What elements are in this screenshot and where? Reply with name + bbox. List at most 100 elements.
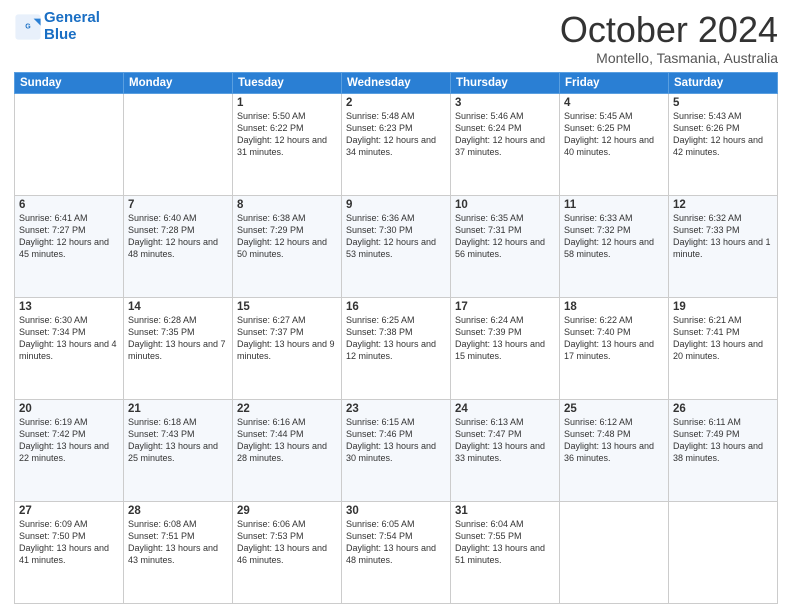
day-number: 6	[19, 199, 119, 211]
day-info: Sunrise: 5:45 AM Sunset: 6:25 PM Dayligh…	[564, 110, 664, 159]
day-info: Sunrise: 6:35 AM Sunset: 7:31 PM Dayligh…	[455, 212, 555, 261]
day-info: Sunrise: 6:33 AM Sunset: 7:32 PM Dayligh…	[564, 212, 664, 261]
day-info: Sunrise: 5:46 AM Sunset: 6:24 PM Dayligh…	[455, 110, 555, 159]
day-info: Sunrise: 6:30 AM Sunset: 7:34 PM Dayligh…	[19, 314, 119, 363]
day-info: Sunrise: 6:18 AM Sunset: 7:43 PM Dayligh…	[128, 416, 228, 465]
day-info: Sunrise: 6:13 AM Sunset: 7:47 PM Dayligh…	[455, 416, 555, 465]
day-number: 14	[128, 301, 228, 313]
day-number: 20	[19, 403, 119, 415]
day-info: Sunrise: 6:09 AM Sunset: 7:50 PM Dayligh…	[19, 518, 119, 567]
day-info: Sunrise: 6:36 AM Sunset: 7:30 PM Dayligh…	[346, 212, 446, 261]
day-number: 21	[128, 403, 228, 415]
day-number: 31	[455, 505, 555, 517]
column-header-tuesday: Tuesday	[233, 72, 342, 93]
day-cell	[560, 501, 669, 603]
day-number: 10	[455, 199, 555, 211]
day-cell: 7Sunrise: 6:40 AM Sunset: 7:28 PM Daylig…	[124, 195, 233, 297]
day-number: 22	[237, 403, 337, 415]
day-number: 2	[346, 97, 446, 109]
day-cell: 20Sunrise: 6:19 AM Sunset: 7:42 PM Dayli…	[15, 399, 124, 501]
day-number: 19	[673, 301, 773, 313]
day-cell: 22Sunrise: 6:16 AM Sunset: 7:44 PM Dayli…	[233, 399, 342, 501]
day-cell: 25Sunrise: 6:12 AM Sunset: 7:48 PM Dayli…	[560, 399, 669, 501]
column-header-wednesday: Wednesday	[342, 72, 451, 93]
calendar-table: SundayMondayTuesdayWednesdayThursdayFrid…	[14, 72, 778, 604]
week-row-5: 27Sunrise: 6:09 AM Sunset: 7:50 PM Dayli…	[15, 501, 778, 603]
day-cell: 16Sunrise: 6:25 AM Sunset: 7:38 PM Dayli…	[342, 297, 451, 399]
column-header-monday: Monday	[124, 72, 233, 93]
day-cell: 30Sunrise: 6:05 AM Sunset: 7:54 PM Dayli…	[342, 501, 451, 603]
day-number: 29	[237, 505, 337, 517]
column-header-saturday: Saturday	[669, 72, 778, 93]
day-cell: 19Sunrise: 6:21 AM Sunset: 7:41 PM Dayli…	[669, 297, 778, 399]
day-number: 16	[346, 301, 446, 313]
week-row-2: 6Sunrise: 6:41 AM Sunset: 7:27 PM Daylig…	[15, 195, 778, 297]
day-info: Sunrise: 6:38 AM Sunset: 7:29 PM Dayligh…	[237, 212, 337, 261]
day-cell: 2Sunrise: 5:48 AM Sunset: 6:23 PM Daylig…	[342, 93, 451, 195]
svg-text:G: G	[25, 23, 31, 30]
day-cell: 27Sunrise: 6:09 AM Sunset: 7:50 PM Dayli…	[15, 501, 124, 603]
day-cell: 14Sunrise: 6:28 AM Sunset: 7:35 PM Dayli…	[124, 297, 233, 399]
day-info: Sunrise: 6:32 AM Sunset: 7:33 PM Dayligh…	[673, 212, 773, 261]
week-row-4: 20Sunrise: 6:19 AM Sunset: 7:42 PM Dayli…	[15, 399, 778, 501]
day-cell: 26Sunrise: 6:11 AM Sunset: 7:49 PM Dayli…	[669, 399, 778, 501]
day-info: Sunrise: 6:41 AM Sunset: 7:27 PM Dayligh…	[19, 212, 119, 261]
day-info: Sunrise: 6:24 AM Sunset: 7:39 PM Dayligh…	[455, 314, 555, 363]
day-number: 1	[237, 97, 337, 109]
day-cell: 10Sunrise: 6:35 AM Sunset: 7:31 PM Dayli…	[451, 195, 560, 297]
day-number: 28	[128, 505, 228, 517]
day-number: 13	[19, 301, 119, 313]
logo-text: General Blue	[44, 10, 100, 43]
day-cell: 15Sunrise: 6:27 AM Sunset: 7:37 PM Dayli…	[233, 297, 342, 399]
day-info: Sunrise: 5:48 AM Sunset: 6:23 PM Dayligh…	[346, 110, 446, 159]
day-cell: 12Sunrise: 6:32 AM Sunset: 7:33 PM Dayli…	[669, 195, 778, 297]
day-info: Sunrise: 6:40 AM Sunset: 7:28 PM Dayligh…	[128, 212, 228, 261]
week-row-1: 1Sunrise: 5:50 AM Sunset: 6:22 PM Daylig…	[15, 93, 778, 195]
logo-icon: G	[14, 13, 42, 41]
day-cell: 6Sunrise: 6:41 AM Sunset: 7:27 PM Daylig…	[15, 195, 124, 297]
day-info: Sunrise: 6:05 AM Sunset: 7:54 PM Dayligh…	[346, 518, 446, 567]
day-cell	[124, 93, 233, 195]
day-info: Sunrise: 6:19 AM Sunset: 7:42 PM Dayligh…	[19, 416, 119, 465]
calendar-header: SundayMondayTuesdayWednesdayThursdayFrid…	[15, 72, 778, 93]
logo-line1: General	[44, 9, 100, 26]
day-cell	[15, 93, 124, 195]
day-info: Sunrise: 6:11 AM Sunset: 7:49 PM Dayligh…	[673, 416, 773, 465]
day-info: Sunrise: 6:27 AM Sunset: 7:37 PM Dayligh…	[237, 314, 337, 363]
location-subtitle: Montello, Tasmania, Australia	[560, 50, 778, 66]
day-cell: 8Sunrise: 6:38 AM Sunset: 7:29 PM Daylig…	[233, 195, 342, 297]
day-number: 12	[673, 199, 773, 211]
day-info: Sunrise: 6:06 AM Sunset: 7:53 PM Dayligh…	[237, 518, 337, 567]
day-cell: 31Sunrise: 6:04 AM Sunset: 7:55 PM Dayli…	[451, 501, 560, 603]
column-header-sunday: Sunday	[15, 72, 124, 93]
day-cell	[669, 501, 778, 603]
page: G General Blue October 2024 Montello, Ta…	[0, 0, 792, 612]
day-cell: 18Sunrise: 6:22 AM Sunset: 7:40 PM Dayli…	[560, 297, 669, 399]
day-number: 23	[346, 403, 446, 415]
day-cell: 9Sunrise: 6:36 AM Sunset: 7:30 PM Daylig…	[342, 195, 451, 297]
day-info: Sunrise: 6:22 AM Sunset: 7:40 PM Dayligh…	[564, 314, 664, 363]
day-info: Sunrise: 6:25 AM Sunset: 7:38 PM Dayligh…	[346, 314, 446, 363]
day-number: 15	[237, 301, 337, 313]
day-number: 18	[564, 301, 664, 313]
day-number: 5	[673, 97, 773, 109]
day-number: 17	[455, 301, 555, 313]
calendar-body: 1Sunrise: 5:50 AM Sunset: 6:22 PM Daylig…	[15, 93, 778, 603]
column-header-friday: Friday	[560, 72, 669, 93]
day-cell: 13Sunrise: 6:30 AM Sunset: 7:34 PM Dayli…	[15, 297, 124, 399]
day-cell: 21Sunrise: 6:18 AM Sunset: 7:43 PM Dayli…	[124, 399, 233, 501]
day-cell: 3Sunrise: 5:46 AM Sunset: 6:24 PM Daylig…	[451, 93, 560, 195]
header: G General Blue October 2024 Montello, Ta…	[14, 10, 778, 66]
column-header-thursday: Thursday	[451, 72, 560, 93]
day-info: Sunrise: 6:28 AM Sunset: 7:35 PM Dayligh…	[128, 314, 228, 363]
day-info: Sunrise: 6:04 AM Sunset: 7:55 PM Dayligh…	[455, 518, 555, 567]
day-cell: 17Sunrise: 6:24 AM Sunset: 7:39 PM Dayli…	[451, 297, 560, 399]
day-number: 8	[237, 199, 337, 211]
month-title: October 2024	[560, 10, 778, 50]
day-number: 3	[455, 97, 555, 109]
day-cell: 23Sunrise: 6:15 AM Sunset: 7:46 PM Dayli…	[342, 399, 451, 501]
day-info: Sunrise: 6:12 AM Sunset: 7:48 PM Dayligh…	[564, 416, 664, 465]
title-block: October 2024 Montello, Tasmania, Austral…	[560, 10, 778, 66]
day-number: 30	[346, 505, 446, 517]
day-number: 25	[564, 403, 664, 415]
